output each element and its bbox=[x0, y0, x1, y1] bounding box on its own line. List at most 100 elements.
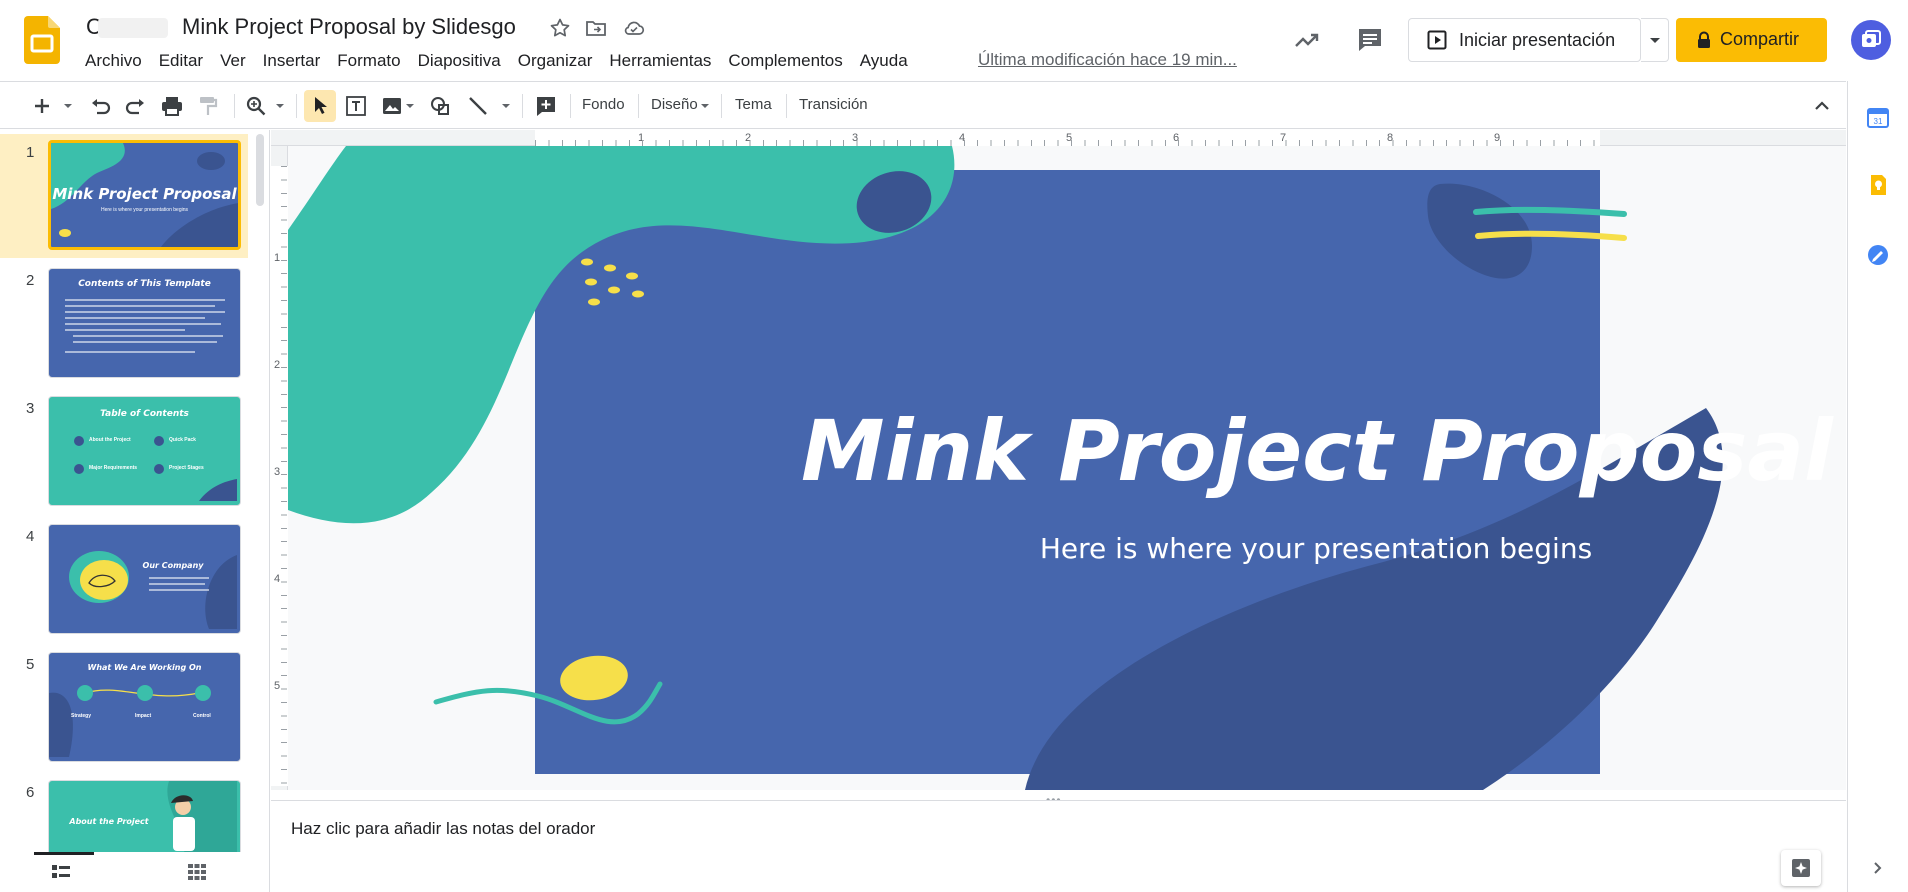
keep-icon[interactable] bbox=[1867, 174, 1889, 196]
yellow-dot bbox=[581, 258, 593, 266]
text-line bbox=[65, 299, 225, 301]
filmstrip-scrollbar[interactable] bbox=[256, 134, 264, 206]
menu-bar: Archivo Editar Ver Insertar Formato Diap… bbox=[85, 50, 916, 72]
menu-ver[interactable]: Ver bbox=[212, 50, 255, 72]
ruler-mark: 3 bbox=[274, 466, 281, 478]
slide-number: 4 bbox=[26, 528, 35, 545]
present-icon bbox=[1427, 30, 1447, 50]
menu-archivo[interactable]: Archivo bbox=[85, 50, 150, 72]
present-options-dropdown[interactable] bbox=[1641, 18, 1669, 62]
present-button[interactable]: Iniciar presentación bbox=[1409, 19, 1641, 61]
paint-format-icon[interactable] bbox=[196, 92, 220, 120]
doc-title-prefix: C bbox=[86, 14, 176, 40]
filmstrip-slide-1[interactable]: 1 Mink Project Proposal Here is where yo… bbox=[0, 134, 248, 258]
slide-thumbnail[interactable]: About the Project bbox=[48, 780, 241, 852]
theme-button[interactable]: Tema bbox=[735, 96, 772, 113]
yellow-dot bbox=[588, 298, 600, 306]
toc-item: About the Project bbox=[89, 437, 131, 443]
menu-ayuda[interactable]: Ayuda bbox=[851, 50, 916, 72]
line-icon[interactable] bbox=[466, 92, 490, 120]
insert-image-icon[interactable] bbox=[380, 92, 404, 120]
slide-title[interactable]: Mink Project Proposal bbox=[801, 402, 1833, 500]
print-icon[interactable] bbox=[160, 92, 184, 120]
thumbnail-art bbox=[74, 436, 237, 501]
layout-button[interactable]: Diseño bbox=[651, 96, 698, 113]
yellow-dot bbox=[604, 264, 616, 272]
present-button-group: Iniciar presentación bbox=[1408, 18, 1641, 62]
chevron-right-icon[interactable] bbox=[1872, 861, 1884, 875]
menu-formato[interactable]: Formato bbox=[329, 50, 409, 72]
zoom-dropdown-icon[interactable] bbox=[274, 92, 286, 120]
account-avatar[interactable] bbox=[1851, 20, 1891, 60]
image-dropdown-icon[interactable] bbox=[404, 92, 416, 120]
doc-title[interactable]: Mink Project Proposal by Slidesgo bbox=[182, 14, 516, 40]
slide-subtitle[interactable]: Here is where your presentation begins bbox=[801, 532, 1831, 565]
chevron-up-icon[interactable] bbox=[1810, 92, 1834, 120]
text-line bbox=[73, 341, 217, 343]
slide-number: 2 bbox=[26, 272, 35, 289]
filmstrip-slide-5[interactable]: 5 What We Are Working On Strategy Impact… bbox=[0, 646, 248, 770]
shape-icon[interactable] bbox=[428, 92, 452, 120]
text-line bbox=[65, 351, 195, 353]
line-dropdown-icon[interactable] bbox=[500, 92, 512, 120]
cloud-saved-icon[interactable] bbox=[622, 16, 646, 40]
lock-icon bbox=[1698, 31, 1710, 48]
slide-thumbnail[interactable]: Mink Project Proposal Here is where your… bbox=[48, 140, 241, 250]
text-box-icon[interactable] bbox=[344, 92, 368, 120]
undo-icon[interactable] bbox=[88, 92, 112, 120]
calendar-icon[interactable]: 31 bbox=[1867, 106, 1889, 128]
ruler-ticks bbox=[281, 166, 287, 786]
zoom-icon[interactable] bbox=[244, 92, 268, 120]
speaker-notes-input[interactable]: Haz clic para añadir las notas del orado… bbox=[291, 819, 595, 839]
slide-thumbnail[interactable]: Contents of This Template bbox=[48, 268, 241, 378]
menu-organizar[interactable]: Organizar bbox=[509, 50, 601, 72]
present-label: Iniciar presentación bbox=[1459, 30, 1616, 50]
menu-insertar[interactable]: Insertar bbox=[254, 50, 329, 72]
filmstrip-slide-3[interactable]: 3 Table of Contents About the Project Qu… bbox=[0, 390, 248, 514]
share-button[interactable]: Compartir bbox=[1676, 18, 1827, 62]
slide-thumbnail[interactable]: Table of Contents About the Project Quic… bbox=[48, 396, 241, 506]
grid-view-icon[interactable] bbox=[188, 864, 206, 880]
star-icon[interactable] bbox=[548, 16, 572, 40]
filmstrip-slide-4[interactable]: 4 Our Company bbox=[0, 518, 248, 642]
slide-number: 1 bbox=[26, 144, 35, 161]
slide-filmstrip: 1 Mink Project Proposal Here is where yo… bbox=[0, 130, 270, 852]
tasks-icon[interactable] bbox=[1867, 244, 1889, 266]
toolbar-divider bbox=[296, 94, 297, 118]
slide-number: 5 bbox=[26, 656, 35, 673]
background-button[interactable]: Fondo bbox=[582, 96, 625, 113]
filmstrip-slide-6[interactable]: 6 About the Project bbox=[0, 774, 248, 852]
redo-icon[interactable] bbox=[124, 92, 148, 120]
app-header: C Mink Project Proposal by Slidesgo Arch… bbox=[0, 0, 1908, 80]
menu-diapositiva[interactable]: Diapositiva bbox=[409, 50, 509, 72]
move-to-folder-icon[interactable] bbox=[584, 16, 608, 40]
explore-sparkle-icon bbox=[1792, 859, 1810, 877]
filmstrip-slide-2[interactable]: 2 Contents of This Template bbox=[0, 262, 248, 386]
select-tool[interactable] bbox=[304, 90, 336, 122]
transition-button[interactable]: Transición bbox=[799, 96, 868, 113]
slide-thumbnail[interactable]: Our Company bbox=[48, 524, 241, 634]
toolbar-divider bbox=[570, 94, 571, 118]
layout-dropdown-icon[interactable] bbox=[699, 92, 711, 120]
yellow-dot bbox=[608, 286, 620, 294]
thumbnail-title: Mink Project Proposal bbox=[52, 185, 237, 203]
comments-icon[interactable] bbox=[1356, 26, 1384, 54]
toc-item: Major Requirements bbox=[89, 465, 138, 471]
activity-trend-icon[interactable] bbox=[1293, 26, 1321, 54]
text-line bbox=[65, 317, 205, 319]
text-line bbox=[65, 329, 185, 331]
new-slide-icon[interactable] bbox=[30, 92, 54, 120]
toolbar-divider bbox=[786, 94, 787, 118]
last-edit-link[interactable]: Última modificación hace 19 min... bbox=[978, 50, 1237, 70]
editing-toolbar: Fondo Diseño Tema Transición bbox=[0, 81, 1846, 129]
filmstrip-view-icon[interactable] bbox=[52, 864, 70, 880]
thumbnail-title: Our Company bbox=[142, 561, 204, 570]
new-slide-dropdown-icon[interactable] bbox=[62, 92, 74, 120]
slide-thumbnail[interactable]: What We Are Working On Strategy Impact C… bbox=[48, 652, 241, 762]
explore-button[interactable] bbox=[1781, 850, 1821, 886]
menu-editar[interactable]: Editar bbox=[150, 50, 211, 72]
menu-herramientas[interactable]: Herramientas bbox=[601, 50, 720, 72]
add-comment-icon[interactable] bbox=[534, 92, 558, 120]
menu-complementos[interactable]: Complementos bbox=[720, 50, 851, 72]
slides-logo-icon[interactable] bbox=[24, 16, 60, 64]
